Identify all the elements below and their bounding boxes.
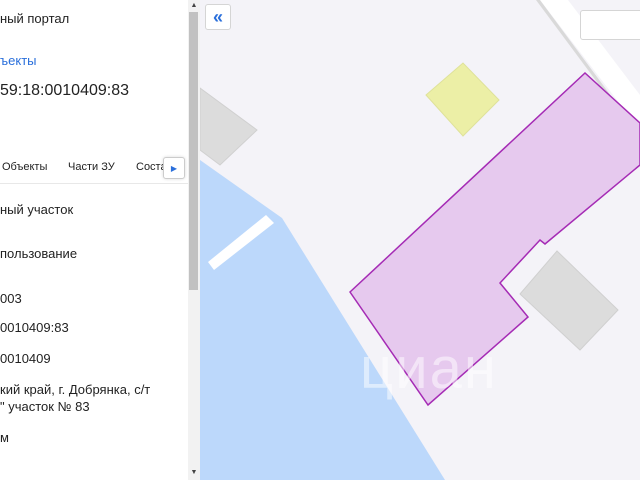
tab-parts[interactable]: Части ЗУ (68, 161, 115, 173)
info-panel: ный портал ъекты 59:18:0010409:83 Объект… (0, 0, 188, 480)
scroll-thumb[interactable] (189, 12, 198, 290)
map-view[interactable]: « циан (200, 0, 640, 480)
portal-title: ный портал (0, 11, 70, 26)
watermark: циан (360, 336, 498, 401)
panel-scrollbar[interactable]: ▲ ▼ (188, 0, 200, 480)
building-right (519, 250, 619, 351)
chevron-right-icon: ▶ (170, 164, 178, 173)
building-yellow (425, 62, 500, 137)
objects-link[interactable]: ъекты (0, 53, 37, 68)
tab-composition[interactable]: Соста (136, 161, 167, 173)
field-permitted-use: пользование (0, 246, 78, 261)
cadastral-number-title: 59:18:0010409:83 (0, 82, 130, 99)
map-canvas (200, 0, 640, 480)
double-chevron-left-icon: « (212, 7, 223, 27)
tabs-divider (0, 183, 188, 184)
scroll-up-icon[interactable]: ▲ (189, 1, 199, 11)
map-control-box[interactable] (580, 10, 640, 40)
building-left (200, 87, 258, 166)
field-quarter: 0010409 (0, 351, 51, 366)
collapse-panel-button[interactable]: « (205, 4, 231, 30)
scroll-down-icon[interactable]: ▼ (189, 468, 199, 478)
tabs-next-button[interactable]: ▶ (163, 157, 185, 179)
field-code: 003 (0, 291, 22, 306)
field-category: ный участок (0, 202, 74, 217)
field-address-line2: " участок № 83 (0, 399, 90, 414)
field-address-line1: кий край, г. Добрянка, с/т (0, 382, 151, 397)
field-area: м (0, 430, 9, 445)
field-cadastral-number: 0010409:83 (0, 320, 69, 335)
tab-objects[interactable]: Объекты (2, 161, 47, 173)
